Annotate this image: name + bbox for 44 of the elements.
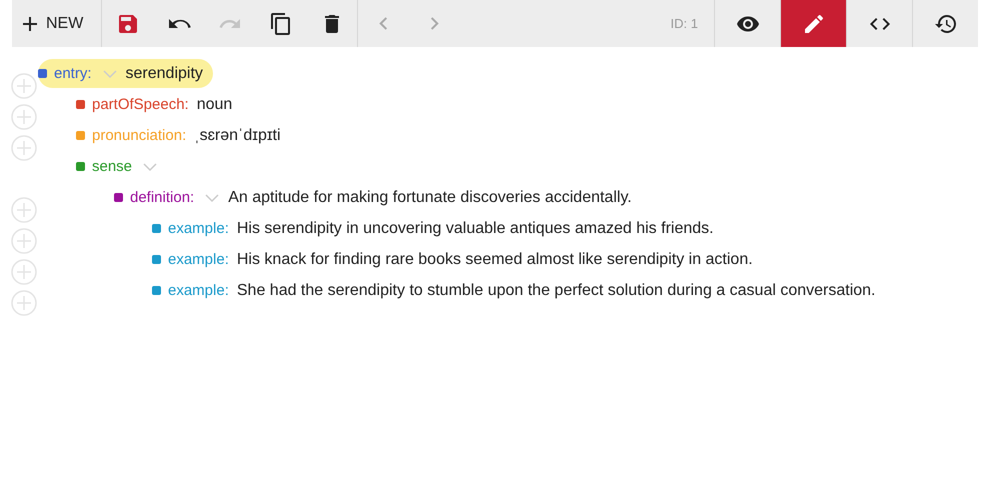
add-node-button[interactable]: [11, 135, 37, 161]
tree-node[interactable]: sense: [76, 152, 164, 181]
node-value: An aptitude for making fortunate discoveries accidentally.: [228, 188, 632, 206]
tree-node[interactable]: partOfSpeech: noun: [76, 90, 238, 119]
plus-icon: [22, 16, 38, 32]
plus-circle-icon: [11, 197, 37, 223]
node-label: entry:: [54, 65, 92, 82]
add-node-button[interactable]: [11, 259, 37, 285]
add-node-button[interactable]: [11, 73, 37, 99]
plus-circle-icon: [11, 290, 37, 316]
plus-circle-icon: [11, 259, 37, 285]
record-id: ID: 1: [670, 16, 698, 31]
plus-circle-icon: [11, 73, 37, 99]
node-value: She had the serendipity to stumble upon the perfect solution during a casual conversation.: [236, 282, 876, 300]
node-label: pronunciation:: [92, 127, 186, 144]
plus-circle-icon: [11, 104, 37, 130]
add-node-button[interactable]: [11, 228, 37, 254]
node-value: His knack for finding rare books seemed almost like serendipity in action.: [236, 250, 753, 268]
add-node-button[interactable]: [11, 290, 37, 316]
plus-circle-icon: [11, 228, 37, 254]
tree-node[interactable]: pronunciation: ˌsɛrənˈdɪpɪti: [76, 121, 287, 150]
selected-node[interactable]: entry: serendipity: [38, 59, 213, 88]
node-label: sense: [92, 158, 132, 175]
tree-node[interactable]: definition: An aptitude for making fortunate discoveries accidentally.: [114, 183, 638, 212]
add-node-button[interactable]: [11, 104, 37, 130]
chevron-left-icon: [379, 17, 388, 30]
tree-node[interactable]: example: His serendipity in uncovering valuable antiques amazed his friends.: [152, 214, 720, 243]
node-value: serendipity: [126, 64, 203, 82]
tree-node[interactable]: example: His knack for finding rare books seemed almost like serendipity in action.: [152, 245, 759, 274]
edit-mode-tab[interactable]: [780, 0, 846, 47]
copy-icon: [268, 12, 292, 36]
node-label: partOfSpeech:: [92, 96, 189, 113]
new-button[interactable]: NEW: [12, 0, 101, 47]
node-value: noun: [196, 96, 232, 114]
node-label: example:: [168, 251, 229, 268]
chevron-right-icon: [430, 17, 439, 30]
plus-circle-icon: [11, 135, 37, 161]
node-label: example:: [168, 282, 229, 299]
node-label: example:: [168, 220, 229, 237]
node-value: His serendipity in uncovering valuable antiques amazed his friends.: [236, 220, 714, 238]
tree-node[interactable]: example: She had the serendipity to stumble upon the perfect solution during a casual conversation.: [152, 276, 882, 305]
add-node-button[interactable]: [11, 197, 37, 223]
node-value: ˌsɛrənˈdɪpɪti: [194, 126, 281, 144]
node-label: definition:: [130, 189, 194, 206]
